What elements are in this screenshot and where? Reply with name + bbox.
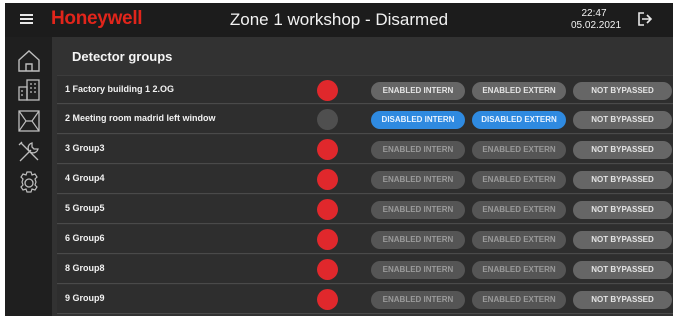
top-bar: Honeywell Zone 1 workshop - Disarmed 22:… (5, 3, 673, 37)
bypass-toggle-button[interactable]: NOT BYPASSED (573, 171, 672, 189)
table-row: 8 Group8 ENABLED INTERN ENABLED EXTERN N… (57, 255, 673, 284)
intern-toggle-button[interactable]: ENABLED INTERN (371, 82, 465, 100)
bypass-toggle-button[interactable]: NOT BYPASSED (573, 231, 672, 249)
settings-icon[interactable] (16, 170, 42, 196)
status-indicator (317, 80, 338, 101)
status-indicator (317, 139, 338, 160)
table-row: 1 Factory building 1 2.OG ENABLED INTERN… (57, 75, 673, 104)
group-label: 9 Group9 (65, 293, 105, 303)
status-indicator (317, 169, 338, 190)
intern-toggle-button[interactable]: DISABLED INTERN (371, 111, 465, 129)
bypass-toggle-button[interactable]: NOT BYPASSED (573, 291, 672, 309)
intern-toggle-button[interactable]: ENABLED INTERN (371, 141, 465, 159)
bypass-toggle-button[interactable]: NOT BYPASSED (573, 111, 672, 129)
status-indicator (317, 199, 338, 220)
extern-toggle-button[interactable]: ENABLED EXTERN (472, 171, 566, 189)
group-label: 4 Group4 (65, 173, 105, 183)
intern-toggle-button[interactable]: ENABLED INTERN (371, 261, 465, 279)
table-row: 3 Group3 ENABLED INTERN ENABLED EXTERN N… (57, 135, 673, 164)
group-label: 1 Factory building 1 2.OG (65, 84, 175, 94)
group-label: 3 Group3 (65, 143, 105, 153)
intern-toggle-button[interactable]: ENABLED INTERN (371, 171, 465, 189)
extern-toggle-button[interactable]: ENABLED EXTERN (472, 141, 566, 159)
table-row: 6 Group6 ENABLED INTERN ENABLED EXTERN N… (57, 225, 673, 254)
section-title: Detector groups (72, 49, 173, 64)
intern-toggle-button[interactable]: ENABLED INTERN (371, 291, 465, 309)
extern-toggle-button[interactable]: ENABLED EXTERN (472, 231, 566, 249)
clock: 22:47 05.02.2021 (571, 8, 622, 32)
extern-toggle-button[interactable]: ENABLED EXTERN (472, 291, 566, 309)
status-indicator (317, 109, 338, 130)
status-indicator (317, 289, 338, 310)
group-label: 6 Group6 (65, 233, 105, 243)
table-row: 9 Group9 ENABLED INTERN ENABLED EXTERN N… (57, 285, 673, 314)
tools-icon[interactable] (16, 139, 42, 165)
extern-toggle-button[interactable]: DISABLED EXTERN (472, 111, 566, 129)
extern-toggle-button[interactable]: ENABLED EXTERN (472, 82, 566, 100)
clock-time: 22:47 (581, 8, 607, 19)
home-icon[interactable] (16, 48, 42, 74)
extern-toggle-button[interactable]: ENABLED EXTERN (472, 261, 566, 279)
status-indicator (317, 259, 338, 280)
extern-toggle-button[interactable]: ENABLED EXTERN (472, 201, 566, 219)
bypass-toggle-button[interactable]: NOT BYPASSED (573, 82, 672, 100)
intern-toggle-button[interactable]: ENABLED INTERN (371, 201, 465, 219)
sidebar (5, 37, 52, 316)
table-row: 5 Group5 ENABLED INTERN ENABLED EXTERN N… (57, 195, 673, 224)
table-row: 4 Group4 ENABLED INTERN ENABLED EXTERN N… (57, 165, 673, 194)
bypass-toggle-button[interactable]: NOT BYPASSED (573, 141, 672, 159)
clock-date: 05.02.2021 (571, 20, 622, 31)
bypass-toggle-button[interactable]: NOT BYPASSED (573, 201, 672, 219)
intern-toggle-button[interactable]: ENABLED INTERN (371, 231, 465, 249)
table-row: 2 Meeting room madrid left window DISABL… (57, 105, 673, 134)
window-icon[interactable] (16, 108, 42, 134)
logout-icon[interactable] (637, 12, 653, 26)
main-content: Detector groups 1 Factory building 1 2.O… (52, 37, 673, 316)
group-label: 5 Group5 (65, 203, 105, 213)
group-label: 8 Group8 (65, 263, 105, 273)
group-label: 2 Meeting room madrid left window (65, 113, 216, 123)
bypass-toggle-button[interactable]: NOT BYPASSED (573, 261, 672, 279)
status-indicator (317, 229, 338, 250)
buildings-icon[interactable] (16, 77, 42, 103)
app-frame: Honeywell Zone 1 workshop - Disarmed 22:… (5, 3, 673, 316)
